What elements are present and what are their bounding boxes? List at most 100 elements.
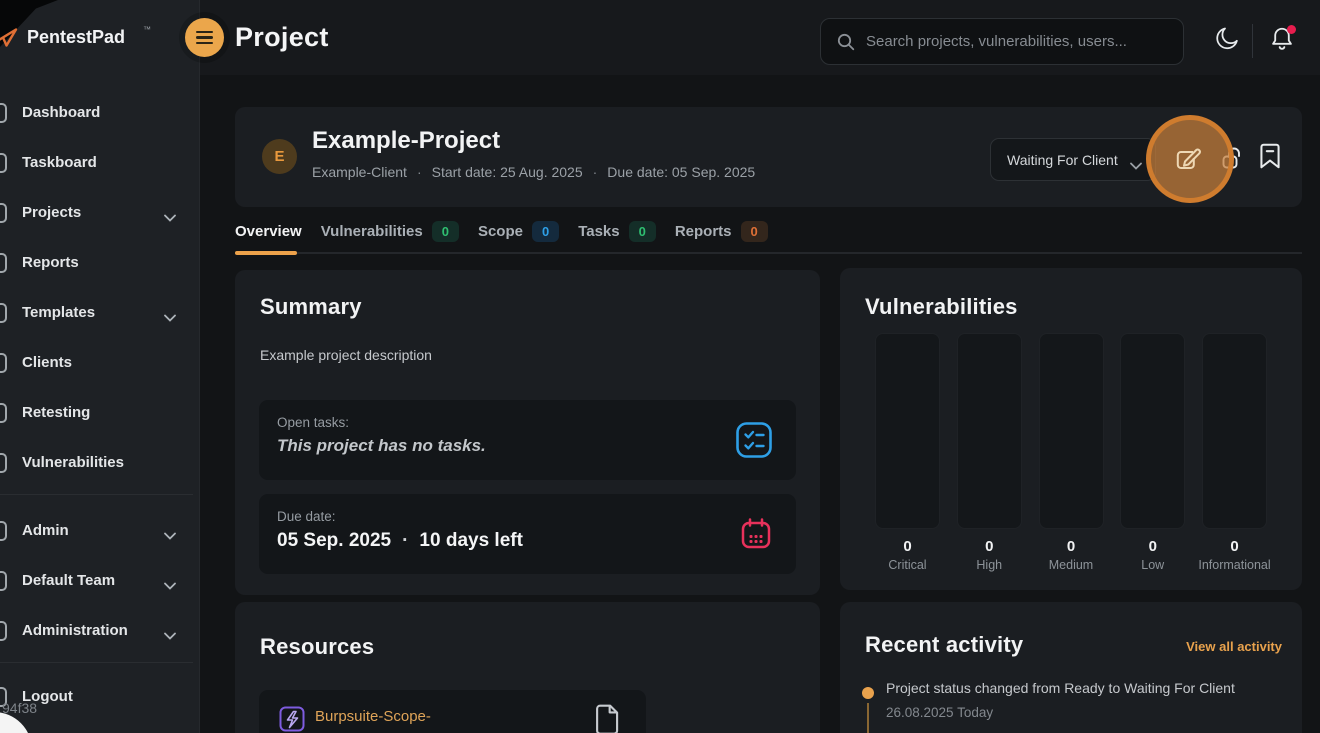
vulnerabilities-count-badge: 0: [432, 221, 459, 242]
sidebar-item-admin[interactable]: Admin: [0, 515, 200, 549]
moon-icon: [1214, 25, 1241, 57]
sidebar-divider: [0, 494, 193, 495]
vulnerabilities-icon: [0, 453, 7, 473]
activity-item-text: Project status changed from Ready to Wai…: [886, 680, 1246, 696]
resource-name: Burpsuite-Scope-: [315, 708, 431, 725]
global-search[interactable]: [820, 18, 1184, 65]
sidebar-item-administration[interactable]: Administration: [0, 615, 200, 649]
project-avatar: E: [262, 139, 297, 174]
checklist-icon: [734, 420, 774, 460]
notifications-button[interactable]: [1266, 24, 1298, 58]
sidebar-item-taskboard[interactable]: Taskboard: [0, 147, 200, 181]
app-name: PentestPad: [27, 27, 125, 48]
sidebar-item-projects[interactable]: Projects: [0, 197, 200, 231]
due-date-value: 05 Sep. 2025 · 10 days left: [277, 530, 523, 552]
timeline-dot: [862, 687, 874, 699]
severity-column-high: 0 High: [957, 333, 1022, 572]
edit-project-button[interactable]: [1171, 143, 1203, 180]
admin-icon: [0, 521, 7, 541]
sidebar-item-retesting[interactable]: Retesting: [0, 397, 200, 431]
severity-bar: [1202, 333, 1267, 529]
project-start-date: Start date: 25 Aug. 2025: [432, 164, 583, 180]
calendar-icon: [738, 516, 774, 552]
sidebar-item-default-team[interactable]: Default Team: [0, 565, 200, 599]
project-description: Example project description: [260, 347, 432, 363]
open-tasks-panel[interactable]: Open tasks: This project has no tasks.: [259, 400, 796, 480]
summary-card: Summary Example project description Open…: [235, 270, 820, 595]
project-meta: Example-Client · Start date: 25 Aug. 202…: [312, 164, 755, 180]
due-date-panel: Due date: 05 Sep. 2025 · 10 days left: [259, 494, 796, 574]
tab-scope[interactable]: Scope 0: [478, 221, 559, 242]
chevron-down-icon: [164, 309, 176, 327]
timeline-line: [867, 703, 869, 733]
severity-column-medium: 0 Medium: [1039, 333, 1104, 572]
activity-item-date: 26.08.2025 Today: [886, 705, 993, 720]
project-name: Example-Project: [312, 127, 500, 155]
project-due-date: Due date: 05 Sep. 2025: [607, 164, 755, 180]
trademark: ™: [143, 25, 151, 34]
projects-icon: [0, 203, 7, 223]
sidebar-toggle-button[interactable]: [185, 18, 224, 57]
due-date-label: Due date:: [277, 509, 336, 524]
severity-column-low: 0 Low: [1120, 333, 1185, 572]
download-file-icon[interactable]: [592, 702, 622, 733]
sidebar-item-dashboard[interactable]: Dashboard: [0, 97, 200, 131]
recent-activity-title: Recent activity: [865, 632, 1023, 658]
status-value: Waiting For Client: [1007, 152, 1118, 168]
templates-icon: [0, 303, 7, 323]
tab-reports[interactable]: Reports 0: [675, 221, 768, 242]
retesting-icon: [0, 403, 7, 423]
sidebar-item-templates[interactable]: Templates: [0, 297, 200, 331]
chevron-down-icon: [1130, 157, 1142, 175]
severity-bar: [1039, 333, 1104, 529]
resource-list-item[interactable]: Burpsuite-Scope-: [259, 690, 646, 733]
app-window: Project PentestPad ™ Dashboard: [0, 0, 1320, 733]
bookmark-project-button[interactable]: [1258, 141, 1282, 176]
severity-bar: [875, 333, 940, 529]
page-title: Project: [235, 22, 329, 53]
project-header-card: E Example-Project Example-Client · Start…: [235, 107, 1302, 207]
sidebar-divider: [0, 662, 193, 663]
hamburger-icon: [196, 31, 213, 33]
project-status-dropdown[interactable]: Waiting For Client: [990, 138, 1156, 181]
sidebar-item-clients[interactable]: Clients: [0, 347, 200, 381]
active-tab-underline: [235, 251, 297, 255]
edit-pencil-icon: [1171, 143, 1203, 180]
view-all-activity-link[interactable]: View all activity: [1186, 639, 1282, 654]
tasks-count-badge: 0: [629, 221, 656, 242]
notification-badge: [1287, 25, 1296, 34]
vulnerabilities-card: Vulnerabilities 0 Critical 0 High 0 Medi…: [840, 268, 1302, 590]
resource-file-type-icon: [277, 704, 307, 733]
severity-column-critical: 0 Critical: [875, 333, 940, 572]
app-logo[interactable]: PentestPad ™: [0, 22, 200, 54]
chevron-down-icon: [164, 577, 176, 595]
resources-card: Resources Burpsuite-Scope-: [235, 602, 820, 733]
tab-tasks[interactable]: Tasks 0: [578, 221, 656, 242]
dark-mode-toggle[interactable]: [1211, 25, 1243, 57]
tabs-track: [235, 252, 1302, 254]
recent-activity-card: Recent activity View all activity Projec…: [840, 602, 1302, 733]
pentestpad-logo-icon: [0, 24, 20, 57]
reports-icon: [0, 253, 7, 273]
sidebar: PentestPad ™ Dashboard Taskboard Project…: [0, 0, 200, 733]
sidebar-item-reports[interactable]: Reports: [0, 247, 200, 281]
severity-bar: [1120, 333, 1185, 529]
days-left: 10 days left: [419, 530, 523, 552]
resources-title: Resources: [260, 634, 374, 660]
chevron-down-icon: [164, 209, 176, 227]
project-tabs: Overview Vulnerabilities 0 Scope 0 Tasks…: [235, 214, 1302, 254]
scope-count-badge: 0: [532, 221, 559, 242]
team-icon: [0, 571, 7, 591]
vulnerability-severity-chart: 0 Critical 0 High 0 Medium 0 Low 0 I: [875, 333, 1267, 572]
search-icon: [836, 32, 856, 52]
search-input[interactable]: [856, 33, 1183, 50]
dashboard-icon: [0, 103, 7, 123]
clients-icon: [0, 353, 7, 373]
tab-vulnerabilities[interactable]: Vulnerabilities 0: [321, 221, 459, 242]
open-tasks-empty-text: This project has no tasks.: [277, 436, 486, 456]
sidebar-item-vulnerabilities[interactable]: Vulnerabilities: [0, 447, 200, 481]
header-divider: [1252, 24, 1253, 58]
chevron-down-icon: [164, 527, 176, 545]
tab-overview[interactable]: Overview: [235, 223, 302, 240]
taskboard-icon: [0, 153, 7, 173]
